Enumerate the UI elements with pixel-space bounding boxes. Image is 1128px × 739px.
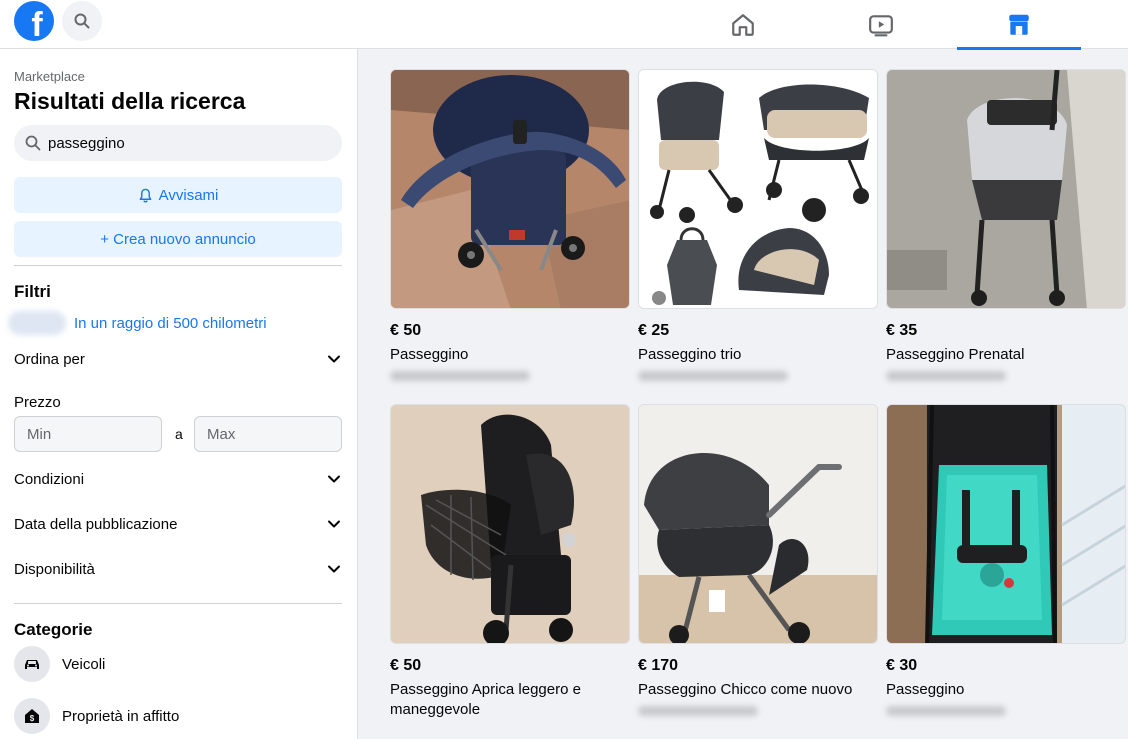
listing-card[interactable]: € 50 Passeggino Aprica leggero e manegge… [390, 404, 630, 720]
price-separator: a [175, 426, 183, 442]
chevron-down-icon [328, 565, 340, 573]
chevron-down-icon [328, 475, 340, 483]
price-min-input[interactable] [14, 416, 162, 452]
listing-photo[interactable] [390, 69, 630, 309]
listing-photo[interactable] [638, 69, 878, 309]
breadcrumb[interactable]: Marketplace [14, 69, 85, 84]
price-max-input[interactable] [194, 416, 342, 452]
listing-title: Passeggino Prenatal [886, 346, 1025, 363]
date-listed-label: Data della pubblicazione [14, 515, 178, 533]
nav-tab-home[interactable] [681, 0, 805, 49]
divider [14, 603, 342, 604]
facebook-logo[interactable]: f [14, 1, 54, 41]
facebook-logo-letter: f [31, 6, 43, 41]
nav-tab-marketplace[interactable] [957, 0, 1081, 50]
category-label: Veicoli [62, 655, 106, 673]
marketplace-search-box[interactable] [14, 125, 342, 161]
condition-label: Condizioni [14, 470, 85, 488]
listing-photo[interactable] [886, 69, 1126, 309]
listing-title: Passeggino [390, 346, 469, 363]
listing-card[interactable]: € 30 Passeggino [886, 404, 1126, 716]
categories-title: Categorie [14, 620, 93, 639]
divider [14, 265, 342, 266]
sort-by-label: Ordina per [14, 350, 85, 368]
page-title: Risultati della ricerca [14, 88, 246, 114]
marketplace-icon [1009, 14, 1029, 35]
sort-by-dropdown[interactable]: Ordina per [14, 347, 342, 371]
blurred-location [638, 706, 758, 716]
bell-icon [139, 188, 151, 202]
listing-price: € 50 [390, 322, 422, 339]
radius-link[interactable]: In un raggio di 500 chilometri [74, 315, 267, 332]
create-listing-label: + Crea nuovo annuncio [100, 230, 256, 248]
blurred-location [8, 311, 66, 335]
listing-price: € 50 [390, 657, 422, 674]
listing-title: Passeggino trio [638, 346, 742, 363]
listing-price: € 25 [638, 322, 670, 339]
listing-photo[interactable] [886, 404, 1126, 644]
availability-dropdown[interactable]: Disponibilità [14, 557, 342, 581]
category-item-vehicles[interactable]: Veicoli [14, 646, 105, 682]
house-dollar-icon: $ [14, 698, 50, 734]
blurred-location [886, 371, 1006, 381]
blurred-location [638, 371, 788, 381]
chevron-down-icon [328, 520, 340, 528]
category-label: Proprietà in affitto [62, 707, 180, 725]
date-listed-dropdown[interactable]: Data della pubblicazione [14, 512, 342, 536]
listing-card[interactable]: € 25 Passeggino trio [638, 69, 878, 381]
blurred-location [390, 371, 530, 381]
top-navigation-bar: f [0, 0, 1128, 50]
listing-title: Passeggino [886, 681, 965, 698]
blurred-location [886, 706, 1006, 716]
search-icon [25, 135, 41, 151]
listing-photo[interactable] [638, 404, 878, 644]
global-search-button[interactable] [62, 1, 102, 41]
svg-text:$: $ [30, 714, 35, 723]
car-icon [14, 646, 50, 682]
chevron-down-icon [328, 355, 340, 363]
listing-price: € 35 [886, 322, 918, 339]
home-icon [732, 13, 754, 36]
location-radius-row[interactable]: In un raggio di 500 chilometri [8, 311, 267, 335]
listing-title: Passeggino Chicco come nuovo [638, 681, 853, 698]
listing-title: Passeggino Aprica leggero e maneggevole [390, 681, 581, 718]
search-icon [74, 13, 90, 29]
listing-card[interactable]: € 50 Passeggino [390, 69, 630, 381]
listing-price: € 30 [886, 657, 918, 674]
nav-tab-video[interactable] [819, 0, 943, 49]
marketplace-sidebar: Marketplace Risultati della ricerca Avvi… [0, 49, 358, 739]
listing-card[interactable]: € 35 Passeggino Prenatal [886, 69, 1126, 381]
filters-title: Filtri [14, 282, 51, 301]
notify-me-label: Avvisami [158, 186, 219, 204]
create-listing-button[interactable]: + Crea nuovo annuncio [14, 221, 342, 257]
listing-price: € 170 [638, 657, 679, 674]
notify-me-button[interactable]: Avvisami [14, 177, 342, 213]
category-item-rentals[interactable]: $ Proprietà in affitto [14, 698, 179, 734]
video-icon [869, 14, 893, 36]
price-label: Prezzo [14, 394, 61, 411]
listing-photo[interactable] [390, 404, 630, 644]
search-input[interactable] [48, 134, 318, 152]
listing-card[interactable]: € 170 Passeggino Chicco come nuovo [638, 404, 878, 716]
availability-label: Disponibilità [14, 560, 95, 578]
condition-dropdown[interactable]: Condizioni [14, 467, 342, 491]
